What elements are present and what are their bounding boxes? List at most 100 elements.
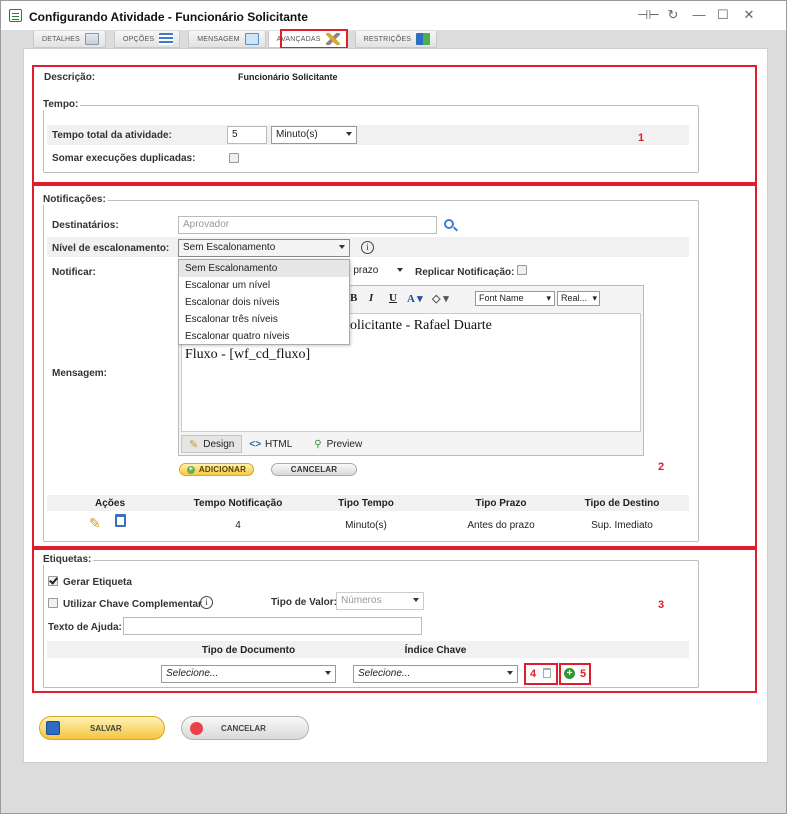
- mode-design[interactable]: ✎ Design: [181, 435, 243, 453]
- cell-tipo-tempo: Minuto(s): [345, 520, 387, 531]
- tipo-valor-value: Números: [341, 595, 382, 606]
- envelope-icon: [244, 33, 259, 45]
- window-title: Configurando Atividade - Funcionário Sol…: [29, 10, 308, 24]
- configuration-window: Configurando Atividade - Funcionário Sol…: [0, 0, 787, 814]
- list-icon: [159, 33, 174, 45]
- title-bar: Configurando Atividade - Funcionário Sol…: [1, 1, 786, 31]
- texto-ajuda-input[interactable]: [123, 617, 422, 635]
- tempo-unit-value: Minuto(s): [276, 129, 318, 140]
- tab-label: RESTRIÇÕES: [363, 35, 412, 43]
- tempo-legend: Tempo:: [41, 99, 81, 110]
- nivel-option[interactable]: Escalonar dois níveis: [179, 294, 349, 311]
- col-tipo-destino: Tipo de Destino: [584, 498, 660, 509]
- mode-html-label: HTML: [265, 438, 293, 450]
- italic-button[interactable]: I: [369, 292, 373, 304]
- chevron-down-icon: ▾: [592, 293, 597, 303]
- mode-design-label: Design: [203, 438, 235, 450]
- bold-button[interactable]: B: [350, 292, 357, 304]
- tab-label: OPÇÕES: [123, 35, 155, 43]
- info-icon[interactable]: i: [361, 241, 374, 254]
- tempo-total-label: Tempo total da atividade:: [52, 130, 172, 141]
- tab-opcoes[interactable]: OPÇÕES: [114, 31, 181, 48]
- tempo-unit-select[interactable]: Minuto(s): [271, 126, 357, 144]
- maximize-icon[interactable]: ☐: [713, 7, 733, 23]
- tab-mensagem[interactable]: MENSAGEM: [188, 31, 266, 48]
- mode-html[interactable]: <> HTML: [242, 435, 299, 453]
- destinatarios-input[interactable]: Aprovador: [178, 216, 437, 234]
- adicionar-button[interactable]: + ADICIONAR: [179, 463, 254, 476]
- tab-restricoes[interactable]: RESTRIÇÕES: [354, 31, 438, 48]
- document-icon: [85, 33, 100, 45]
- tempo-total-input[interactable]: 5: [227, 126, 267, 144]
- chave-complementar-checkbox[interactable]: [48, 598, 58, 608]
- indice-chave-select[interactable]: Selecione...: [353, 665, 518, 683]
- tab-label: AVANÇADAS: [276, 35, 321, 43]
- mensagem-label: Mensagem:: [52, 368, 108, 379]
- edit-icon[interactable]: ✎: [89, 515, 101, 532]
- mode-preview-label: Preview: [326, 438, 363, 450]
- highlight-color-icon[interactable]: ◇ ▾: [432, 292, 449, 305]
- font-name-select[interactable]: Font Name ▾: [475, 291, 555, 306]
- add-icon[interactable]: +: [564, 668, 575, 679]
- cancel-icon: [190, 721, 203, 735]
- font-size-select[interactable]: Real... ▾: [557, 291, 600, 306]
- trash-icon[interactable]: [543, 668, 551, 678]
- gerar-etiqueta-label: Gerar Etiqueta: [63, 577, 132, 588]
- pencil-icon: ✎: [189, 438, 199, 451]
- font-color-icon[interactable]: A ▾: [407, 292, 423, 305]
- editor-line-1: olicitante - Rafael Duarte: [350, 318, 492, 333]
- info-icon[interactable]: i: [200, 596, 213, 609]
- chevron-down-icon: [346, 132, 352, 136]
- mode-preview[interactable]: ⚲ Preview: [307, 435, 369, 453]
- pin-icon[interactable]: ⊣⊢: [637, 7, 660, 23]
- chevron-down-icon: [507, 671, 513, 675]
- cancelar-button[interactable]: CANCELAR: [181, 716, 309, 740]
- minimize-icon[interactable]: —: [689, 7, 709, 22]
- nivel-dropdown-list: Sem Escalonamento Escalonar um nível Esc…: [178, 259, 350, 345]
- add-icon: +: [186, 465, 195, 474]
- cancelar-label: CANCELAR: [221, 723, 266, 733]
- annotation-1: 1: [638, 132, 645, 144]
- chevron-down-icon: [339, 245, 345, 249]
- somar-label: Somar execuções duplicadas:: [52, 153, 196, 164]
- etiquetas-legend: Etiquetas:: [41, 554, 94, 565]
- gerar-etiqueta-checkbox[interactable]: [48, 576, 58, 586]
- close-icon[interactable]: ✕: [739, 7, 759, 23]
- refresh-icon[interactable]: ↻: [663, 7, 683, 23]
- descricao-label: Descrição:: [44, 72, 96, 83]
- nivel-option[interactable]: Sem Escalonamento: [179, 260, 349, 277]
- destinatarios-label: Destinatários:: [52, 220, 119, 231]
- nivel-option[interactable]: Escalonar quatro níveis: [179, 328, 349, 345]
- tab-avancadas[interactable]: AVANÇADAS: [267, 31, 347, 48]
- chevron-down-icon: [397, 268, 403, 272]
- restriction-icon: [416, 33, 431, 45]
- notificar-select[interactable]: o prazo: [341, 263, 407, 281]
- nivel-option[interactable]: Escalonar um nível: [179, 277, 349, 294]
- code-icon: <>: [249, 438, 262, 450]
- col-acoes: Ações: [94, 498, 125, 509]
- tipo-documento-select[interactable]: Selecione...: [161, 665, 336, 683]
- tipo-valor-label: Tipo de Valor:: [271, 597, 337, 608]
- tab-label: DETALHES: [42, 35, 81, 43]
- chevron-down-icon: [325, 671, 331, 675]
- underline-button[interactable]: U: [389, 292, 397, 304]
- nivel-option[interactable]: Escalonar três níveis: [179, 311, 349, 328]
- col-tipo-prazo: Tipo Prazo: [475, 498, 527, 509]
- notificacoes-legend: Notificações:: [41, 194, 108, 205]
- form-icon: [9, 9, 22, 22]
- col-tipo-documento: Tipo de Documento: [201, 645, 296, 656]
- salvar-button[interactable]: SALVAR: [39, 716, 165, 740]
- replicar-checkbox[interactable]: [517, 265, 527, 275]
- chave-complementar-label: Utilizar Chave Complementar: [63, 599, 202, 610]
- tipo-valor-select[interactable]: Números: [336, 592, 424, 610]
- nivel-select[interactable]: Sem Escalonamento: [178, 239, 350, 257]
- nivel-label: Nível de escalonamento:: [52, 243, 170, 254]
- annotation-3: 3: [658, 599, 665, 611]
- somar-checkbox[interactable]: [229, 153, 239, 163]
- col-tempo-notificacao: Tempo Notificação: [193, 498, 283, 509]
- trash-icon[interactable]: [115, 514, 126, 527]
- chevron-down-icon: ▾: [546, 293, 551, 303]
- tab-detalhes[interactable]: DETALHES: [33, 31, 107, 48]
- cell-tipo-destino: Sup. Imediato: [591, 520, 653, 531]
- cancelar-notificacao-button[interactable]: CANCELAR: [271, 463, 357, 476]
